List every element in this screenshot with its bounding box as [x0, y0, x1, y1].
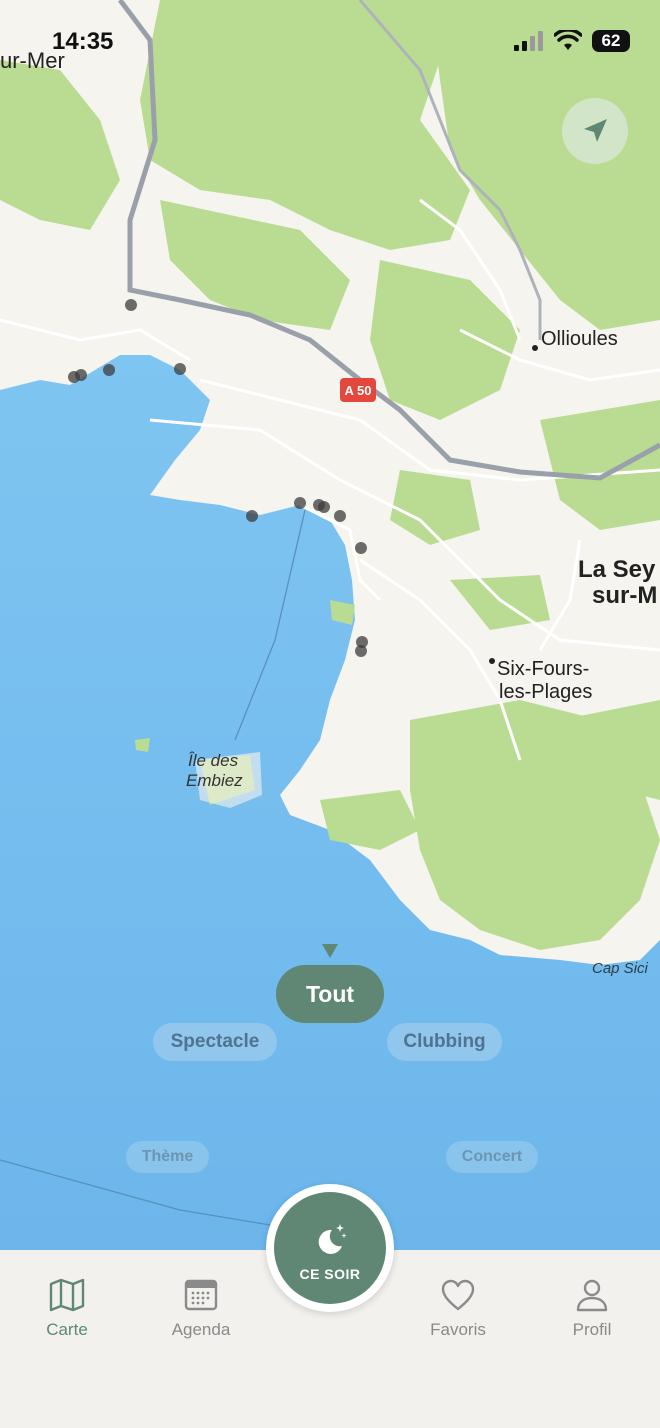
event-marker[interactable] — [318, 501, 330, 513]
map-label-cap-sicie: Cap Sici — [592, 960, 648, 977]
calendar-icon — [184, 1279, 218, 1311]
event-marker[interactable] — [355, 542, 367, 554]
user-icon — [576, 1279, 608, 1312]
selector-pointer-icon — [322, 944, 338, 958]
road-shield-label: A 50 — [345, 383, 372, 398]
event-marker[interactable] — [75, 369, 87, 381]
filter-clubbing[interactable]: Clubbing — [387, 1023, 502, 1061]
status-time: 14:35 — [52, 28, 114, 55]
map-label-six-fours-2: les-Plages — [499, 681, 593, 703]
event-marker[interactable] — [174, 363, 186, 375]
battery-icon: 62 — [592, 30, 630, 52]
location-arrow-icon — [584, 119, 607, 142]
tab-carte[interactable]: Carte — [7, 1278, 127, 1340]
tab-agenda[interactable]: Agenda — [141, 1278, 261, 1340]
filter-spectacle[interactable]: Spectacle — [153, 1023, 277, 1061]
tab-carte-label: Carte — [46, 1320, 88, 1339]
signal-icon — [514, 31, 543, 51]
tab-favoris[interactable]: Favoris — [398, 1278, 518, 1340]
event-marker[interactable] — [355, 645, 367, 657]
tab-profil[interactable]: Profil — [532, 1278, 652, 1340]
filter-tout[interactable]: Tout — [276, 965, 384, 1023]
filter-theme[interactable]: Thème — [126, 1141, 209, 1173]
event-marker[interactable] — [103, 364, 115, 376]
status-bar: 14:35 62 — [0, 0, 660, 80]
wifi-icon — [554, 30, 582, 50]
tab-agenda-label: Agenda — [171, 1320, 231, 1339]
map-label-la-seyne: La Sey — [578, 556, 656, 583]
map-label-ile-des-embiez-2: Embiez — [186, 771, 243, 790]
map-label-six-fours: Six-Fours- — [497, 658, 590, 680]
town-dot — [532, 345, 538, 351]
tab-favoris-label: Favoris — [430, 1320, 486, 1339]
moon-stars-icon — [318, 1224, 347, 1254]
ce-soir-inner: CE SOIR — [274, 1192, 386, 1304]
heart-icon — [441, 1279, 475, 1311]
map-label-ollioules: Ollioules — [541, 328, 618, 350]
filter-concert[interactable]: Concert — [446, 1141, 538, 1173]
town-dot — [489, 658, 495, 664]
locate-button[interactable] — [562, 98, 628, 164]
tab-profil-label: Profil — [572, 1320, 612, 1339]
map[interactable]: A 50 — [0, 0, 660, 1250]
map-label-ile-des-embiez: Île des — [188, 751, 239, 770]
map-icon — [49, 1278, 85, 1312]
status-icons: 62 — [514, 30, 630, 52]
ce-soir-label: CE SOIR — [299, 1266, 361, 1282]
ce-soir-button[interactable]: CE SOIR — [266, 1184, 394, 1312]
map-label-la-seyne-2: sur-M — [592, 582, 658, 609]
event-marker[interactable] — [294, 497, 306, 509]
event-marker[interactable] — [246, 510, 258, 522]
event-marker[interactable] — [125, 299, 137, 311]
event-marker[interactable] — [334, 510, 346, 522]
